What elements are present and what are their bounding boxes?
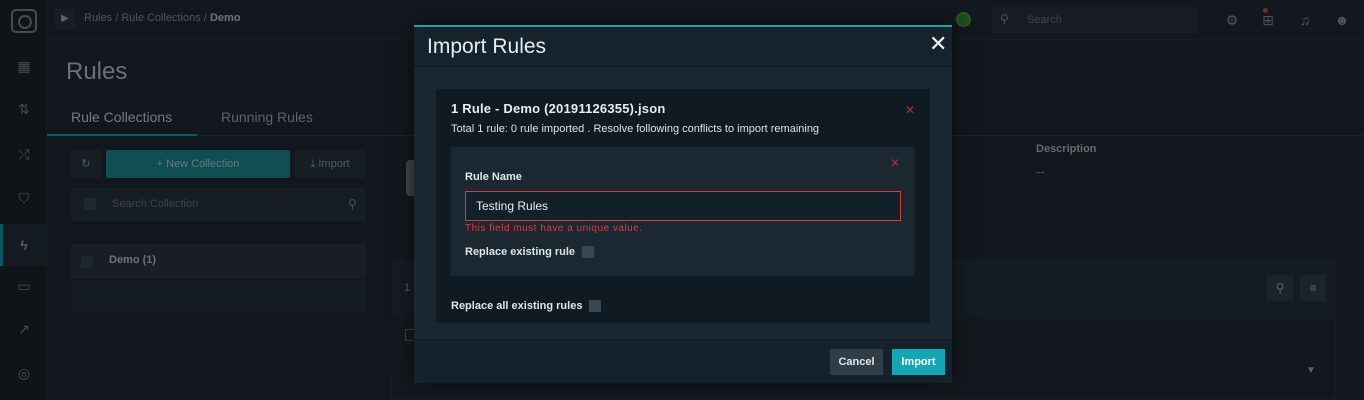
cancel-button[interactable]: Cancel	[830, 349, 883, 375]
conflict-card: ✕ Rule Name This field must have a uniqu…	[451, 147, 915, 276]
replace-all-rules-row: Replace all existing rules	[451, 297, 602, 312]
import-rules-modal: Import Rules ✕ 1 Rule - Demo (2019112635…	[414, 25, 952, 383]
import-file-card: 1 Rule - Demo (20191126355).json Total 1…	[436, 89, 930, 323]
import-summary: Total 1 rule: 0 rule imported . Resolve …	[451, 123, 820, 135]
import-file-name: 1 Rule - Demo (20191126355).json	[451, 101, 666, 116]
remove-conflict-icon[interactable]: ✕	[890, 157, 900, 169]
modal-footer: Cancel Import	[414, 339, 952, 383]
replace-existing-rule-label: Replace existing rule	[465, 245, 576, 258]
replace-existing-rule-row: Replace existing rule	[465, 243, 595, 258]
rule-name-error: This field must have a unique value.	[465, 223, 643, 234]
modal-header: Import Rules ✕	[414, 27, 952, 66]
import-button[interactable]: Import	[892, 349, 945, 375]
rule-name-label: Rule Name	[465, 171, 522, 183]
replace-existing-rule-checkbox[interactable]	[582, 245, 595, 258]
modal-body: 1 Rule - Demo (20191126355).json Total 1…	[414, 66, 952, 339]
close-icon[interactable]: ✕	[929, 33, 947, 55]
modal-title: Import Rules	[427, 35, 547, 58]
remove-file-icon[interactable]: ✕	[905, 104, 915, 116]
replace-all-rules-label: Replace all existing rules	[451, 299, 583, 312]
rule-name-input[interactable]	[465, 191, 901, 221]
replace-all-rules-checkbox[interactable]	[589, 299, 602, 312]
